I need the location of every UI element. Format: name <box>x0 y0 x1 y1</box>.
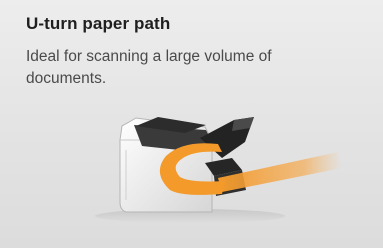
scanner-body <box>119 117 254 213</box>
scanner-illustration <box>95 117 342 223</box>
feature-card: U-turn paper path Ideal for scanning a l… <box>0 0 383 248</box>
